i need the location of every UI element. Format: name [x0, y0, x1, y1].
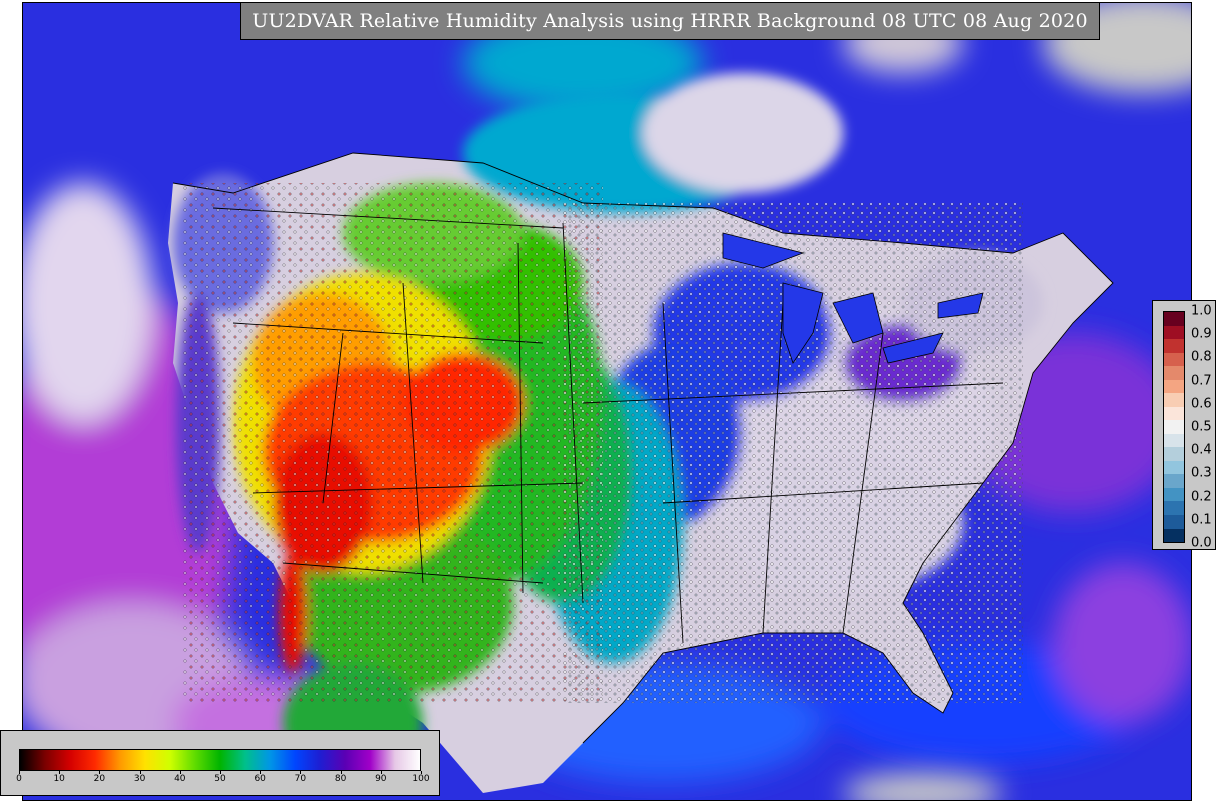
fraction-tick-label: 0.3	[1191, 465, 1212, 481]
fraction-tick-label: 0.2	[1191, 489, 1212, 505]
fraction-tick-label: 0.9	[1191, 326, 1212, 342]
rh-tick-label: 50	[214, 774, 226, 784]
fraction-color-step	[1164, 352, 1184, 367]
fraction-color-step	[1164, 379, 1184, 394]
fraction-color-step	[1164, 433, 1184, 448]
rh-tick-label: 30	[133, 774, 146, 784]
rh-tick-label: 10	[53, 774, 65, 784]
humidity-map	[22, 2, 1192, 801]
fraction-tick-label: 1.0	[1191, 303, 1212, 319]
rh-tick-label: 100	[412, 774, 430, 784]
fraction-color-step	[1164, 487, 1184, 502]
rh-tick-label: 90	[375, 774, 387, 784]
fraction-color-step	[1164, 460, 1184, 475]
rh-tick-label: 70	[294, 774, 307, 784]
fraction-color-step	[1164, 501, 1184, 515]
fraction-color-step	[1164, 325, 1184, 340]
fraction-tick-label: 0.0	[1191, 535, 1212, 551]
fraction-color-step	[1164, 474, 1184, 488]
rh-colorbar: 0 10 20 30 40 50 60 70 80 90 100	[0, 730, 440, 796]
fraction-tick-label: 0.1	[1191, 512, 1212, 528]
rh-colorbar-gradient	[19, 749, 421, 771]
fraction-color-step	[1164, 393, 1184, 407]
station-observations-east	[563, 203, 1023, 703]
fraction-color-step	[1164, 339, 1184, 353]
station-observations-west	[183, 183, 603, 703]
map-graphic	[23, 3, 1191, 800]
fraction-tick-label: 0.8	[1191, 349, 1212, 365]
fraction-tick-label: 0.7	[1191, 373, 1212, 389]
fraction-color-step	[1164, 447, 1184, 461]
fraction-color-step	[1164, 366, 1184, 380]
fraction-tick-label: 0.5	[1191, 419, 1212, 435]
rh-tick-label: 20	[93, 774, 106, 784]
fraction-color-step	[1164, 528, 1184, 543]
fraction-color-step	[1164, 514, 1184, 529]
fraction-tick-label: 0.6	[1191, 396, 1212, 412]
fraction-color-step	[1164, 406, 1184, 421]
fraction-colorbar: 1.0 0.9 0.8 0.7 0.6 0.5 0.4 0.3 0.2 0.1 0.0	[1152, 300, 1216, 551]
rh-tick-label: 40	[174, 774, 186, 784]
rh-tick-label: 80	[334, 774, 347, 784]
rh-tick-label: 0	[16, 774, 22, 784]
fraction-color-step	[1164, 312, 1184, 326]
fraction-color-step	[1164, 420, 1184, 434]
fraction-tick-label: 0.4	[1191, 442, 1212, 458]
map-title: UU2DVAR Relative Humidity Analysis using…	[240, 2, 1100, 40]
fraction-colorbar-gradient	[1163, 311, 1185, 543]
rh-tick-label: 60	[254, 774, 266, 784]
